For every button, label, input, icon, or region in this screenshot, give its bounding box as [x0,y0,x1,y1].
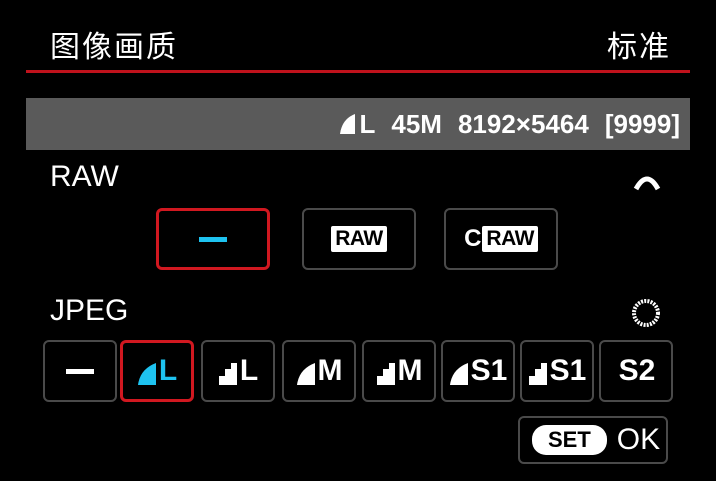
page-title: 图像画质 [50,31,178,64]
raw-section-label: RAW [50,160,119,193]
ok-label: OK [616,423,661,456]
shots-remaining: [9999] [604,108,680,139]
quick-control-dial-icon [632,299,660,327]
resolution: 8192×5464 [457,108,589,139]
jpeg-size-label: M [397,354,423,387]
jpeg-option-normal-s1[interactable]: S1 [520,340,594,402]
title-divider [26,70,690,73]
current-quality-size: L [359,108,376,139]
raw-option-raw[interactable]: RAW [302,208,416,270]
normal-quality-icon [528,363,547,385]
normal-quality-icon [376,363,395,385]
jpeg-option-s2[interactable]: S2 [599,340,673,402]
jpeg-size-label: L [158,354,178,387]
quality-status: 标准 [607,31,671,64]
fine-quality-icon [339,114,355,134]
fine-quality-icon [296,363,315,385]
dash-icon [199,236,227,242]
fine-quality-icon [449,363,468,385]
craw-prefix: C [464,225,482,252]
info-bar: L 45M 8192×5464 [9999] [26,98,690,150]
jpeg-size-label: S1 [549,354,587,387]
jpeg-size-label: L [239,354,259,387]
megapixels: 45M [391,108,442,139]
jpeg-section-label: JPEG [50,294,129,327]
jpeg-fine-m: M [296,356,343,386]
craw-badge: C RAW [464,225,538,253]
jpeg-option-fine-m[interactable]: M [282,340,356,402]
set-ok-button[interactable]: SET OK [518,416,668,464]
fine-quality-icon [137,363,156,385]
jpeg-size-label: S2 [618,354,656,387]
jpeg-option-off[interactable] [43,340,117,402]
jpeg-size-label: M [317,354,343,387]
jpeg-fine-s1: S1 [449,354,508,387]
jpeg-option-normal-m[interactable]: M [362,340,436,402]
jpeg-fine-l: L [137,356,177,386]
raw-badge: RAW [331,226,387,252]
normal-quality-icon [218,363,237,385]
jpeg-s2: S2 [617,356,656,386]
dash-icon [66,368,94,374]
jpeg-size-label: S1 [470,354,508,387]
set-badge: SET [532,425,607,455]
jpeg-normal-m: M [376,356,423,386]
main-dial-icon [633,176,661,191]
jpeg-normal-s1: S1 [528,354,587,387]
craw-text: RAW [482,226,538,252]
jpeg-option-fine-s1[interactable]: S1 [441,340,515,402]
jpeg-option-normal-l[interactable]: L [201,340,275,402]
current-quality: L [338,108,376,140]
jpeg-normal-l: L [218,356,258,386]
raw-option-off[interactable] [156,208,270,270]
raw-option-craw[interactable]: C RAW [444,208,558,270]
jpeg-option-fine-l[interactable]: L [120,340,194,402]
